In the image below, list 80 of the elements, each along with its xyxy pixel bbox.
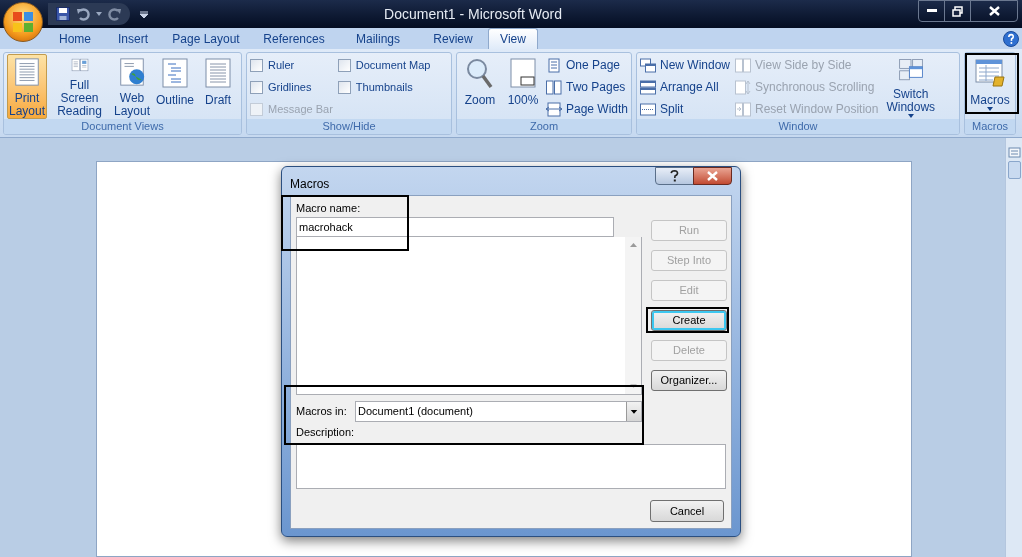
ribbon-tab[interactable]: Mailings — [338, 28, 418, 49]
ribbon-tab[interactable]: Home — [46, 28, 104, 49]
ruler-toggle-icon[interactable] — [1007, 146, 1021, 159]
ribbon-button[interactable]: Web Layout — [112, 54, 152, 119]
redo-icon[interactable] — [108, 7, 122, 21]
scroll-up-icon[interactable] — [629, 243, 637, 247]
help-icon[interactable] — [1003, 31, 1019, 47]
list-scrollbar[interactable] — [625, 237, 641, 394]
two-pages-icon — [546, 79, 562, 95]
ribbon-tab[interactable]: View — [488, 28, 538, 49]
ribbon-button[interactable]: Switch Windows — [883, 54, 939, 119]
caret-icon — [987, 107, 993, 111]
ribbon-button[interactable]: Arrange All — [640, 78, 731, 96]
restore-icon — [952, 5, 963, 17]
ribbon-button[interactable]: Outline — [155, 54, 195, 119]
ribbon-button[interactable]: New Window — [640, 56, 731, 74]
side-by-side-icon — [735, 57, 752, 73]
ribbon-button[interactable]: Page Width — [546, 100, 629, 118]
checkbox-label: Document Map — [355, 57, 431, 73]
page-icon — [202, 57, 234, 89]
ribbon-tab[interactable]: Insert — [104, 28, 162, 49]
checkbox[interactable] — [250, 80, 263, 94]
ribbon-tab[interactable]: References — [250, 28, 338, 49]
macro-name-field[interactable]: macrohack — [296, 217, 614, 237]
group-label: Zoom — [529, 119, 559, 134]
scroll-icon — [735, 79, 752, 95]
field-label: Macros in: — [296, 404, 348, 420]
page-icon — [507, 57, 539, 89]
scroll-thumb[interactable] — [1007, 161, 1021, 179]
help-icon — [670, 170, 679, 182]
undo-icon[interactable] — [76, 7, 90, 21]
ribbon-button[interactable]: Print Layout — [7, 54, 47, 119]
ribbon-button[interactable]: 100% — [503, 54, 543, 119]
outline-icon — [159, 57, 191, 89]
close-button[interactable] — [693, 167, 732, 185]
close-icon — [707, 171, 718, 181]
page-icon — [546, 57, 562, 73]
checkbox-label: Gridlines — [268, 79, 312, 95]
ribbon-button[interactable]: Draft — [198, 54, 238, 119]
minimize-icon — [926, 9, 937, 13]
logo-icon — [12, 11, 34, 33]
help-button[interactable] — [655, 167, 694, 185]
save-icon[interactable] — [56, 7, 70, 21]
ribbon-tab[interactable]: Review — [418, 28, 488, 49]
cancel-button[interactable]: Cancel — [650, 500, 724, 522]
macros-in-dropdown[interactable]: Document1 (document) — [355, 401, 642, 422]
group-label: Document Views — [81, 119, 164, 134]
ribbon-button[interactable]: Macros — [968, 54, 1012, 119]
stacked-windows-icon — [640, 79, 656, 95]
scroll-down-icon[interactable] — [629, 384, 637, 388]
close-icon — [988, 6, 1000, 16]
ribbon-button[interactable]: One Page — [546, 56, 629, 74]
dialog-button[interactable]: Create — [651, 310, 727, 331]
side-by-side-icon — [735, 101, 752, 117]
split-window-icon — [640, 101, 656, 117]
checkbox[interactable] — [250, 58, 263, 72]
group-label: Show/Hide — [322, 119, 376, 134]
field-label: Macro name: — [296, 201, 362, 216]
checkbox[interactable] — [337, 80, 351, 94]
dialog-button[interactable]: Organizer... — [651, 370, 727, 391]
highlight-box — [965, 53, 1019, 114]
checkbox-label: Ruler — [268, 57, 295, 73]
macros-icon — [974, 57, 1006, 89]
ribbon-button[interactable]: Full Screen Reading — [50, 54, 109, 119]
page-width-icon — [546, 101, 562, 117]
ribbon-button[interactable]: Split — [640, 100, 731, 118]
group-label: Window — [778, 119, 818, 134]
dialog-title: Macros — [290, 176, 330, 193]
field-label: Description: — [296, 425, 356, 439]
vertical-scrollbar[interactable] — [1005, 138, 1022, 557]
checkbox-label: Thumbnails — [355, 79, 413, 95]
windows-icon — [640, 57, 656, 73]
customize-arrow-icon[interactable] — [140, 10, 148, 18]
group-label: Macros — [971, 119, 1009, 134]
checkbox[interactable] — [337, 58, 351, 72]
checkbox-label: Message Bar — [268, 101, 333, 117]
ribbon-button[interactable]: Zoom — [460, 54, 500, 119]
ribbon-tab[interactable]: Page Layout — [162, 28, 250, 49]
window-title: Document1 - Microsoft Word — [384, 4, 562, 24]
ribbon-button[interactable]: Two Pages — [546, 78, 629, 96]
